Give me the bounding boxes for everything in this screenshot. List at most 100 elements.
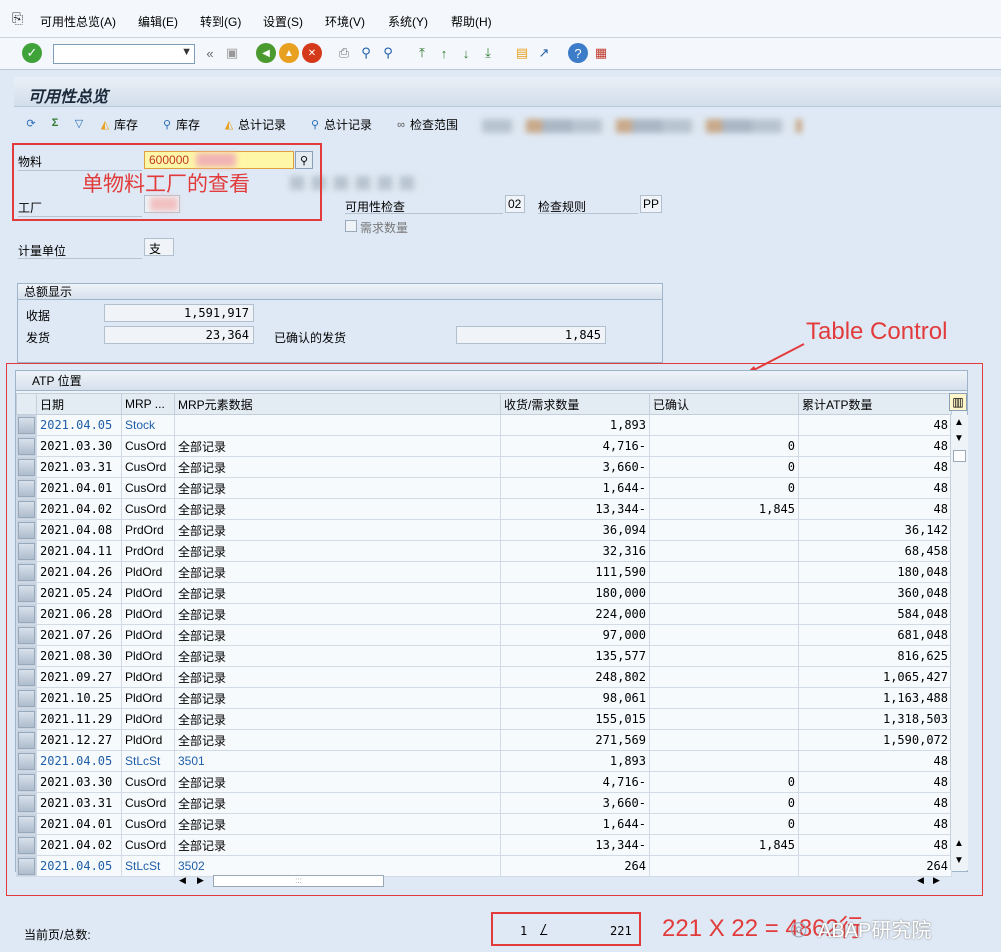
horizontal-scrollbar[interactable]: ◀ ▶ ::: ◀ ▶ bbox=[175, 873, 945, 889]
customize-icon[interactable]: ▦ bbox=[591, 43, 611, 63]
scroll-up-icon[interactable]: ▲ bbox=[954, 417, 964, 428]
total-records-button-1[interactable]: ◭ 总计记录 bbox=[222, 116, 286, 133]
find-icon[interactable]: ⚲ bbox=[356, 43, 376, 63]
row-selector[interactable] bbox=[16, 645, 37, 667]
filter-button[interactable]: ▽ bbox=[72, 116, 88, 130]
table-row[interactable]: 2021.04.02 CusOrd 全部记录 13,344- 1,845 48 bbox=[16, 498, 952, 520]
table-row[interactable]: 2021.04.01 CusOrd 全部记录 1,644- 0 48 bbox=[16, 477, 952, 499]
menu-icon[interactable]: ⎘ bbox=[12, 10, 23, 27]
table-row[interactable]: 2021.04.02 CusOrd 全部记录 13,344- 1,845 48 bbox=[16, 834, 952, 856]
scroll-up-bottom-icon[interactable]: ▲ bbox=[954, 838, 964, 849]
row-selector[interactable] bbox=[16, 855, 37, 877]
table-row[interactable]: 2021.05.24 PldOrd 全部记录 180,000 360,048 bbox=[16, 582, 952, 604]
table-row[interactable]: 2021.10.25 PldOrd 全部记录 98,061 1,163,488 bbox=[16, 687, 952, 709]
row-selector[interactable] bbox=[16, 582, 37, 604]
scroll-down-bottom-icon[interactable]: ▼ bbox=[954, 855, 964, 866]
chevron-down-icon[interactable]: ▼ bbox=[181, 46, 192, 58]
check-scope-button[interactable]: ∞ 检查范围 bbox=[394, 116, 458, 133]
table-row[interactable]: 2021.12.27 PldOrd 全部记录 271,569 1,590,072 bbox=[16, 729, 952, 751]
last-page-icon[interactable]: ⤓ bbox=[478, 43, 498, 63]
table-row[interactable]: 2021.11.29 PldOrd 全部记录 155,015 1,318,503 bbox=[16, 708, 952, 730]
back-icon[interactable]: ◀ bbox=[256, 43, 276, 63]
table-settings-icon[interactable]: ▥ bbox=[949, 393, 967, 411]
row-selector[interactable] bbox=[16, 540, 37, 562]
table-row[interactable]: 2021.04.26 PldOrd 全部记录 111,590 180,048 bbox=[16, 561, 952, 583]
exit-icon[interactable]: ▲ bbox=[279, 43, 299, 63]
horizontal-scroll-thumb[interactable]: ::: bbox=[213, 875, 384, 887]
column-mrp-data[interactable]: MRP元素数据 bbox=[174, 393, 501, 415]
row-selector[interactable] bbox=[16, 561, 37, 583]
table-row[interactable]: 2021.04.05 StLcSt 3501 1,893 48 bbox=[16, 750, 952, 772]
column-confirmed[interactable]: 已确认 bbox=[649, 393, 799, 415]
next-page-icon[interactable]: ↓ bbox=[456, 43, 476, 63]
row-selector[interactable] bbox=[16, 519, 37, 541]
scroll-left-end-icon[interactable]: ◀ bbox=[917, 875, 924, 886]
menu-item-system[interactable]: 系统(Y) bbox=[388, 13, 428, 30]
prev-page-icon[interactable]: ↑ bbox=[434, 43, 454, 63]
table-row[interactable]: 2021.04.05 Stock 1,893 48 bbox=[16, 414, 952, 436]
req-qty-checkbox[interactable] bbox=[345, 220, 357, 232]
row-selector[interactable] bbox=[16, 435, 37, 457]
row-selector[interactable] bbox=[16, 624, 37, 646]
row-selector[interactable] bbox=[16, 666, 37, 688]
issue-field: 23,364 bbox=[104, 326, 254, 344]
column-date[interactable]: 日期 bbox=[36, 393, 122, 415]
row-selector[interactable] bbox=[16, 477, 37, 499]
table-row[interactable]: 2021.03.31 CusOrd 全部记录 3,660- 0 48 bbox=[16, 792, 952, 814]
shortcut-icon[interactable]: ↗ bbox=[534, 43, 554, 63]
row-selector[interactable] bbox=[16, 729, 37, 751]
table-row[interactable]: 2021.04.08 PrdOrd 全部记录 36,094 36,142 bbox=[16, 519, 952, 541]
select-all-column[interactable] bbox=[16, 393, 37, 415]
command-field[interactable]: ▼ bbox=[53, 44, 195, 64]
scroll-right-icon[interactable]: ▶ bbox=[197, 875, 204, 886]
menu-item-goto[interactable]: 转到(G) bbox=[200, 13, 241, 30]
row-selector[interactable] bbox=[16, 792, 37, 814]
row-selector[interactable] bbox=[16, 834, 37, 856]
vertical-scroll-thumb[interactable] bbox=[953, 450, 966, 462]
row-selector[interactable] bbox=[16, 708, 37, 730]
table-row[interactable]: 2021.03.30 CusOrd 全部记录 4,716- 0 48 bbox=[16, 435, 952, 457]
stock-button-1[interactable]: ◭ 库存 bbox=[98, 116, 138, 133]
row-selector[interactable] bbox=[16, 771, 37, 793]
save-icon[interactable]: ▣ bbox=[222, 43, 242, 63]
row-selector[interactable] bbox=[16, 750, 37, 772]
table-row[interactable]: 2021.04.11 PrdOrd 全部记录 32,316 68,458 bbox=[16, 540, 952, 562]
table-row[interactable]: 2021.09.27 PldOrd 全部记录 248,802 1,065,427 bbox=[16, 666, 952, 688]
print-icon[interactable]: ⎙ bbox=[334, 43, 354, 63]
menu-item-environment[interactable]: 环境(V) bbox=[325, 13, 365, 30]
refresh-button[interactable]: ⟳ bbox=[24, 116, 40, 130]
row-selector[interactable] bbox=[16, 813, 37, 835]
find-next-icon[interactable]: ⚲ bbox=[378, 43, 398, 63]
row-selector[interactable] bbox=[16, 603, 37, 625]
table-row[interactable]: 2021.08.30 PldOrd 全部记录 135,577 816,625 bbox=[16, 645, 952, 667]
cancel-icon[interactable]: ✕ bbox=[302, 43, 322, 63]
table-row[interactable]: 2021.04.01 CusOrd 全部记录 1,644- 0 48 bbox=[16, 813, 952, 835]
column-mrp[interactable]: MRP ... bbox=[121, 393, 175, 415]
column-cum-atp[interactable]: 累计ATP数量 bbox=[798, 393, 952, 415]
row-selector[interactable] bbox=[16, 456, 37, 478]
row-selector[interactable] bbox=[16, 687, 37, 709]
menu-item-settings[interactable]: 设置(S) bbox=[263, 13, 303, 30]
scroll-right-end-icon[interactable]: ▶ bbox=[933, 875, 940, 886]
enter-icon[interactable]: ✓ bbox=[22, 43, 42, 63]
help-icon[interactable]: ? bbox=[568, 43, 588, 63]
row-selector[interactable] bbox=[16, 498, 37, 520]
row-selector[interactable] bbox=[16, 414, 37, 436]
scroll-left-icon[interactable]: ◀ bbox=[179, 875, 186, 886]
menu-item-availability[interactable]: 可用性总览(A) bbox=[40, 13, 116, 30]
sum-button[interactable]: Σ bbox=[48, 116, 64, 130]
new-session-icon[interactable]: ▤ bbox=[512, 43, 532, 63]
table-row[interactable]: 2021.03.31 CusOrd 全部记录 3,660- 0 48 bbox=[16, 456, 952, 478]
scroll-down-icon[interactable]: ▼ bbox=[954, 433, 964, 444]
stock-button-2[interactable]: ⚲ 库存 bbox=[160, 116, 200, 133]
menu-item-edit[interactable]: 编辑(E) bbox=[138, 13, 178, 30]
history-icon[interactable]: « bbox=[200, 43, 220, 63]
menu-item-help[interactable]: 帮助(H) bbox=[451, 13, 492, 30]
vertical-scrollbar[interactable]: ▲ ▼ ▲ ▼ bbox=[950, 415, 968, 870]
column-qty[interactable]: 收货/需求数量 bbox=[500, 393, 650, 415]
table-row[interactable]: 2021.07.26 PldOrd 全部记录 97,000 681,048 bbox=[16, 624, 952, 646]
table-row[interactable]: 2021.06.28 PldOrd 全部记录 224,000 584,048 bbox=[16, 603, 952, 625]
first-page-icon[interactable]: ⤒ bbox=[412, 43, 432, 63]
total-records-button-2[interactable]: ⚲ 总计记录 bbox=[308, 116, 372, 133]
table-row[interactable]: 2021.03.30 CusOrd 全部记录 4,716- 0 48 bbox=[16, 771, 952, 793]
